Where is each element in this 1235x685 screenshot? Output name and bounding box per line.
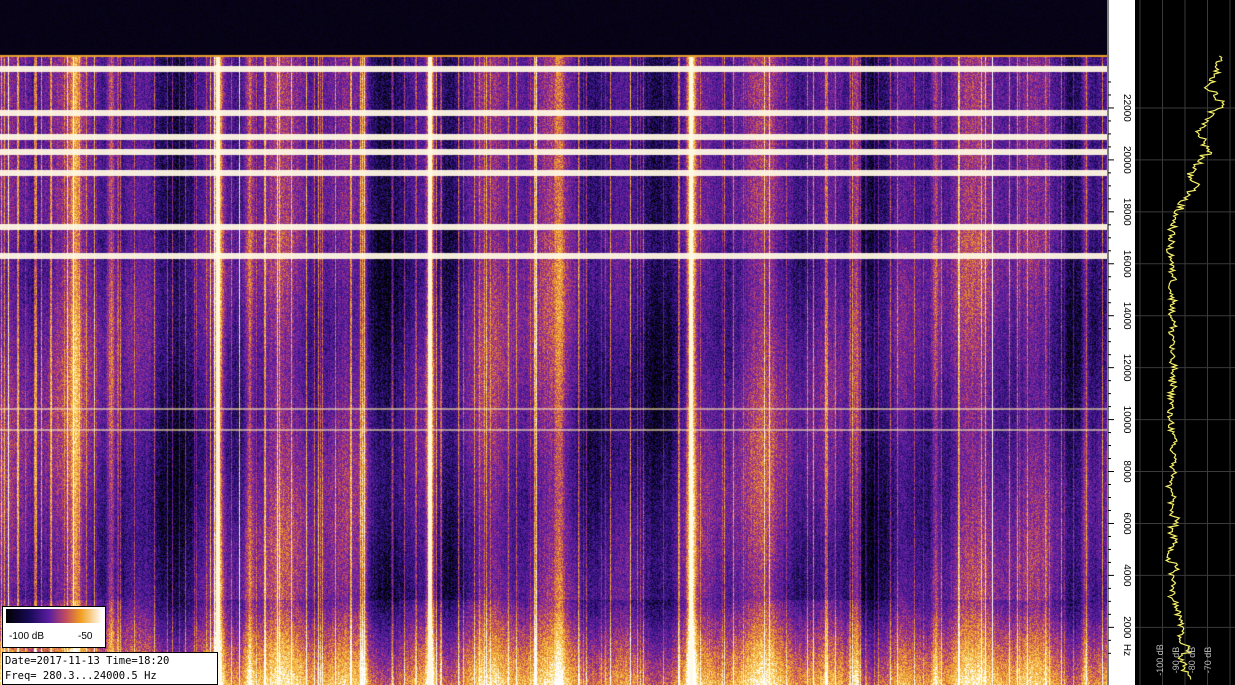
y-tick-label: 22000	[1121, 94, 1132, 122]
y-tick-label: 20000	[1121, 146, 1132, 174]
colorbar: -100 dB -50	[2, 606, 106, 648]
spectrum-axis-label: -90 dB	[1171, 647, 1181, 674]
frequency-axis: 2000 4000 6000 8000 10000 12000 14000 16000 1800…	[1107, 0, 1135, 685]
spectrogram-heatmap	[0, 0, 1107, 685]
date-time-label: Date=2017-11-13 Time=18:20	[5, 655, 170, 667]
y-axis-unit-label: Hz	[1121, 644, 1132, 656]
y-tick-label: 4000	[1121, 564, 1132, 587]
colorbar-max-label: -50	[78, 631, 93, 642]
y-tick-label: 2000	[1121, 616, 1132, 639]
y-tick-label: 6000	[1121, 512, 1132, 535]
y-tick-label: 12000	[1121, 354, 1132, 382]
y-tick-label: 16000	[1121, 250, 1132, 278]
colorbar-gradient	[6, 609, 102, 623]
info-box: Date=2017-11-13 Time=18:20 Freq= 280.3..…	[2, 652, 218, 685]
spectrum-axis-label: -70 dB	[1203, 647, 1213, 674]
y-tick-label: 8000	[1121, 460, 1132, 483]
y-tick-label: 18000	[1121, 198, 1132, 226]
y-tick-label: 14000	[1121, 302, 1132, 330]
spectrum-profile-panel: -100 dB -90 dB -80 dB -70 dB	[1135, 0, 1235, 685]
colorbar-min-label: -100 dB	[9, 631, 45, 642]
y-tick-label: 10000	[1121, 406, 1132, 434]
frequency-range-label: Freq= 280.3...24000.5 Hz	[5, 670, 157, 682]
spectrum-axis-label: -80 dB	[1187, 647, 1197, 674]
spectrum-axis-label: -100 dB	[1155, 644, 1165, 676]
